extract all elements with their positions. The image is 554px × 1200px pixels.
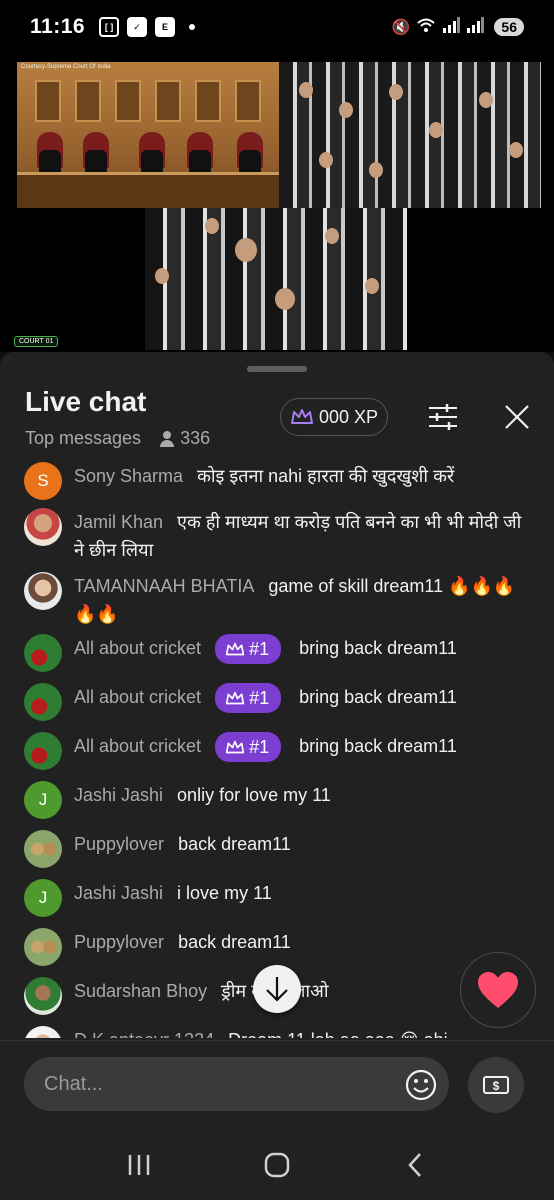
recents-button[interactable] (119, 1145, 159, 1185)
battery-indicator: 56 (494, 18, 524, 36)
scroll-to-bottom-button[interactable] (253, 965, 301, 1013)
crown-icon (225, 740, 245, 754)
chat-filter-label[interactable]: Top messages (25, 428, 141, 449)
svg-text:$: $ (493, 1079, 500, 1093)
member-badge[interactable]: #1 (215, 732, 282, 763)
espn-icon: E (155, 17, 176, 37)
message-author[interactable]: All about cricket (74, 638, 201, 658)
system-nav-bar (0, 1130, 554, 1200)
message-author[interactable]: Sudarshan Bhoy (74, 981, 207, 1001)
video-lawyers-tile (279, 62, 541, 208)
viewer-count: 336 (180, 428, 211, 448)
avatar[interactable] (24, 572, 62, 610)
message-author[interactable]: Jashi Jashi (74, 785, 163, 805)
drag-handle[interactable] (247, 366, 307, 372)
avatar[interactable] (24, 830, 62, 868)
status-bar: 11:16 [ ] ✓ E 🔇 56 (0, 0, 554, 54)
member-badge[interactable]: #1 (215, 683, 282, 714)
avatar[interactable]: J (24, 781, 62, 819)
message-author[interactable]: Puppylover (74, 834, 164, 854)
message-author[interactable]: All about cricket (74, 687, 201, 707)
chat-settings-button[interactable] (424, 400, 462, 434)
message-author[interactable]: TAMANNAAH BHATIA (74, 576, 254, 596)
avatar[interactable] (24, 508, 62, 546)
message-text: bring back dream11 (299, 687, 457, 707)
chat-title: Live chat (25, 386, 147, 417)
dollar-icon: $ (483, 1076, 509, 1094)
avatar[interactable]: S (24, 462, 62, 500)
video-courtesy-text: Courtesy-Supreme Court Of India (21, 64, 111, 70)
xp-button[interactable]: 000 XP (280, 398, 388, 436)
emoji-icon (405, 1069, 437, 1101)
message-author[interactable]: Puppylover (74, 932, 164, 952)
badge-rank: #1 (249, 737, 270, 758)
xp-label: 000 XP (318, 406, 379, 427)
badge-rank: #1 (249, 639, 270, 660)
signal-icon (442, 17, 461, 37)
super-chat-button[interactable]: $ (468, 1057, 524, 1113)
crown-icon (225, 691, 245, 705)
message-text: back dream11 (178, 834, 291, 854)
message-author[interactable]: D.K.anteeyr 1234 (74, 1030, 214, 1038)
avatar[interactable] (24, 634, 62, 672)
message-author[interactable]: Jashi Jashi (74, 883, 163, 903)
signal-icon-2 (466, 17, 485, 37)
status-left-icons: [ ] ✓ E (99, 17, 196, 37)
message-author[interactable]: Sony Sharma (74, 466, 183, 486)
chat-message-list[interactable]: S Sony Sharma कोइ इतना nahi हारता की खुदख… (0, 460, 554, 1038)
heart-reaction-button[interactable] (460, 952, 536, 1028)
emoji-button[interactable] (404, 1068, 438, 1102)
avatar[interactable] (24, 1026, 62, 1038)
close-button[interactable] (498, 400, 536, 434)
video-bench-tile: Courtesy-Supreme Court Of India (17, 62, 279, 208)
message-author[interactable]: Jamil Khan (74, 512, 163, 532)
court-badge: COURT 01 (14, 336, 59, 347)
notification-dot-icon (189, 24, 196, 30)
status-right-icons: 🔇 56 (392, 17, 524, 37)
back-button[interactable] (395, 1145, 435, 1185)
message-text: Dream 11 lah aa aaa 😢 ahi (228, 1030, 448, 1038)
mute-icon: 🔇 (391, 19, 411, 36)
video-player[interactable]: Courtesy-Supreme Court Of India COURT 01 (0, 54, 554, 352)
chat-input[interactable] (24, 1057, 449, 1111)
heart-icon (478, 972, 518, 1008)
message-author[interactable]: All about cricket (74, 736, 201, 756)
message-text: bring back dream11 (299, 638, 457, 658)
avatar[interactable] (24, 977, 62, 1015)
home-button[interactable] (257, 1145, 297, 1185)
back-icon (408, 1153, 421, 1177)
chat-input-bar: $ (0, 1040, 554, 1130)
video-advocate-tile (145, 208, 407, 350)
person-icon (159, 430, 175, 447)
message-text: कोइ इतना nahi हारता की खुदखुशी करें (197, 466, 455, 486)
wifi-5g-icon (416, 17, 436, 37)
chat-subheader: Top messages 336 (25, 428, 210, 449)
avatar[interactable] (24, 732, 62, 770)
crown-icon (290, 408, 314, 426)
sliders-icon (429, 404, 457, 430)
member-badge[interactable]: #1 (215, 634, 282, 665)
message-text: i love my 11 (177, 883, 272, 903)
message-text: back dream11 (178, 932, 291, 952)
message-text: bring back dream11 (299, 736, 457, 756)
crown-icon (225, 642, 245, 656)
home-icon (264, 1152, 290, 1178)
screenshot-icon: [ ] (99, 17, 120, 37)
arrow-down-icon (266, 977, 288, 1002)
avatar[interactable] (24, 928, 62, 966)
check-icon: ✓ (127, 17, 148, 37)
badge-rank: #1 (249, 688, 270, 709)
status-time: 11:16 (30, 15, 86, 38)
avatar[interactable] (24, 683, 62, 721)
close-icon (505, 405, 529, 429)
message-text: onliy for love my 11 (177, 785, 331, 805)
recents-icon (128, 1155, 150, 1175)
avatar[interactable]: J (24, 879, 62, 917)
